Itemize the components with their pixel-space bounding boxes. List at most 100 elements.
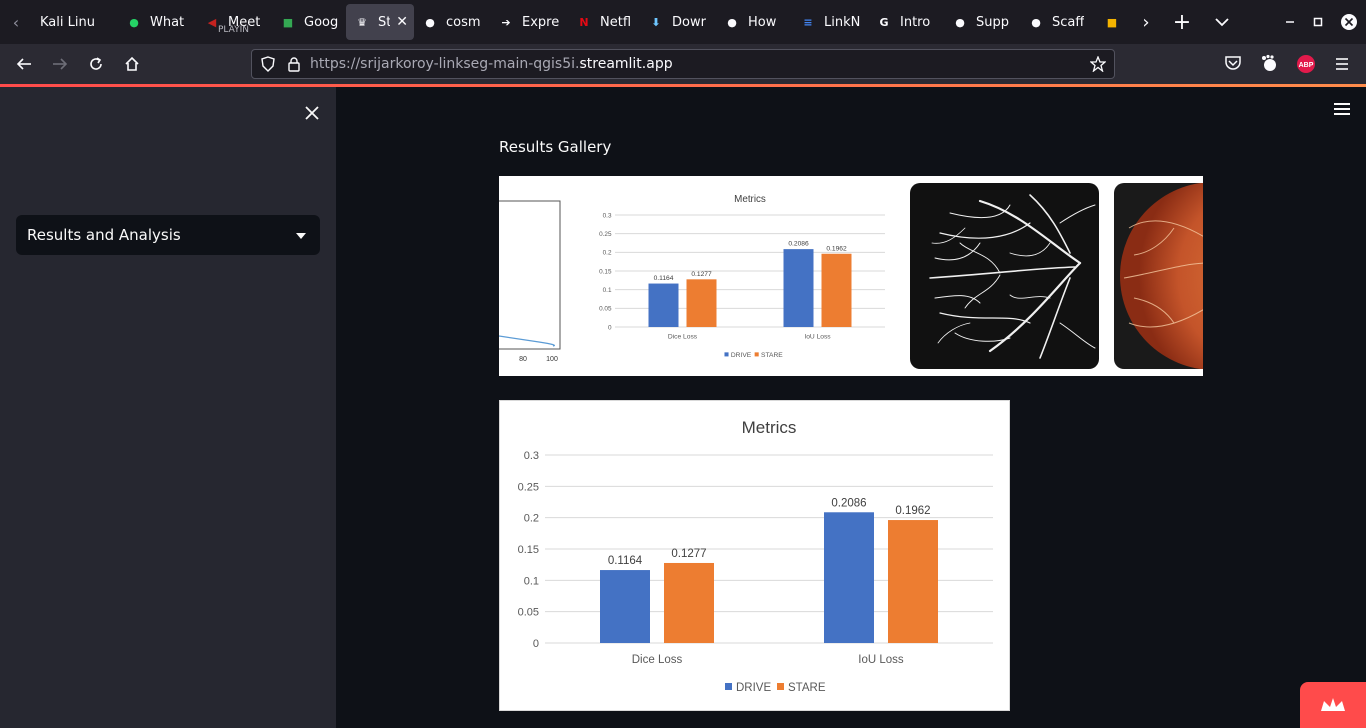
gc-icon: G [879,15,889,29]
arrow-right-icon [53,58,68,70]
streamlit-icon: ♛ [357,15,367,29]
home-icon [125,56,139,71]
bar-drive-iou-loss [824,512,874,643]
bar-drive-dice-loss [648,283,679,327]
browser-tab[interactable]: N Netfl [568,0,640,44]
legend-label: STARE [761,352,783,359]
docs-icon: ≡ [803,15,813,29]
sidebar: Results and Analysis [0,87,336,728]
page-select-dropdown[interactable]: Results and Analysis [16,215,320,255]
browser-tab[interactable]: ● How [716,0,792,44]
browser-tab[interactable]: G Intro [868,0,944,44]
bar-stare-iou-loss [821,253,852,327]
home-button[interactable] [114,44,150,84]
data-label: 0.1962 [895,505,930,517]
address-bar[interactable]: https://srijarkoroy-linkseg-main-qgis5i.… [251,49,1115,79]
bar-stare-iou-loss [888,520,938,643]
browser-tab[interactable]: Kali Linu [32,0,118,44]
browser-tab[interactable]: ♛ Str ✕ [346,4,414,40]
shield-icon[interactable] [260,56,276,72]
tab-scroll-right-button[interactable]: › [1130,0,1162,44]
legend-swatch-stare [777,683,784,690]
browser-tab[interactable]: ≡ LinkN [792,0,868,44]
browser-tab[interactable]: ● cosm [414,0,490,44]
list-all-tabs-button[interactable] [1202,0,1242,44]
app-menu-button[interactable] [1334,56,1350,72]
tab-label: How [748,14,777,30]
url-text[interactable]: https://srijarkoroy-linkseg-main-qgis5i.… [310,56,673,72]
y-tick-label: 0.2 [524,513,539,525]
data-label: 0.1962 [826,245,847,252]
reload-icon [90,57,102,70]
browser-tab[interactable]: ➔ Expre [490,0,568,44]
y-tick-label: 0.15 [518,544,539,556]
streamlit-badge[interactable] [1300,682,1366,728]
tab-scroll-left-button[interactable]: ‹ [0,0,32,44]
streamlit-crown-icon [1321,698,1345,711]
browser-tab[interactable]: ● Supp [944,0,1020,44]
fundus-image [1114,183,1203,369]
fundus-retina [1120,183,1203,369]
loss-xtick: 100 [546,356,558,363]
tab-label: Intro [900,14,931,30]
data-label: 0.1277 [691,271,712,278]
y-tick-label: 0.25 [599,231,612,238]
browser-tab[interactable]: ■C [1096,0,1126,44]
legend-label: DRIVE [736,682,771,694]
tab-playing-indicator: PLAYIN [218,25,249,35]
browser-tab[interactable]: ● What [118,0,196,44]
url-domain: streamlit.app [579,56,673,72]
tab-label: cosm [446,14,481,30]
legend-swatch-stare [754,352,759,357]
close-tab-icon[interactable]: ✕ [396,14,408,30]
google-meet-icon: ■ [282,15,294,29]
netflix-icon: N [579,15,589,29]
menu-icon [1334,103,1350,105]
extension-button[interactable] [1260,54,1280,74]
reload-button[interactable] [78,44,114,84]
caret-down-icon [296,233,306,239]
new-tab-button[interactable]: + [1162,0,1202,44]
browser-tab-bar: ‹ Kali Linu ● What ◀MeetPLAYIN ■ Goog ♛ Str ✕ ● co… [0,0,1366,44]
bar-stare-dice-loss [686,279,717,327]
y-tick-label: 0 [533,638,539,650]
close-window-button[interactable] [1332,0,1366,44]
close-icon [1341,14,1357,30]
browser-tab[interactable]: ⬇ Dowr [640,0,716,44]
maximize-icon [1313,17,1323,27]
tab-label: Scaff [1052,14,1085,30]
tab-label: LinkN [824,14,861,30]
legend-label: DRIVE [731,352,752,359]
main-menu-button[interactable] [1334,103,1350,117]
close-sidebar-button[interactable] [300,101,324,125]
arrow-left-icon [16,58,31,70]
y-tick-label: 0.25 [518,481,539,493]
github-icon: ● [425,15,435,29]
lock-icon[interactable] [286,56,302,72]
y-tick-label: 0.3 [603,212,612,219]
loss-xtick: 80 [519,356,527,363]
adblock-plus-icon: ABP [1297,55,1315,73]
data-label: 0.1164 [654,275,674,282]
bar-drive-dice-loss [600,570,650,643]
legend-label: STARE [788,682,826,694]
browser-tab[interactable]: ● Scaff [1020,0,1096,44]
star-bookmark-icon[interactable] [1090,56,1106,72]
maximize-button[interactable] [1304,0,1332,44]
adblock-plus-button[interactable]: ABP [1296,54,1316,74]
results-gallery[interactable]: 80 100 Metrics 0 0.05 0.1 0.15 0.2 0.25 0.3 0.11… [499,176,1203,376]
tab-label: Netfl [600,14,632,30]
pocket-button[interactable] [1224,54,1244,74]
data-label: 0.1164 [608,555,643,567]
minimize-button[interactable] [1276,0,1304,44]
x-category-label: IoU Loss [858,654,904,666]
y-tick-label: 0.05 [518,607,539,619]
chevron-down-icon [1215,18,1229,27]
metrics-chart-thumbnail: Metrics 0 0.05 0.1 0.15 0.2 0.25 0.3 0.1164 0.127… [599,194,885,359]
back-button[interactable] [6,44,42,84]
forward-button[interactable] [42,44,78,84]
browser-tab[interactable]: ◀ Meet PLAYIN [196,0,272,44]
github-icon: ● [1031,15,1041,29]
gallery-title: Results Gallery [499,138,612,156]
browser-tab[interactable]: ■ Goog [272,0,346,44]
